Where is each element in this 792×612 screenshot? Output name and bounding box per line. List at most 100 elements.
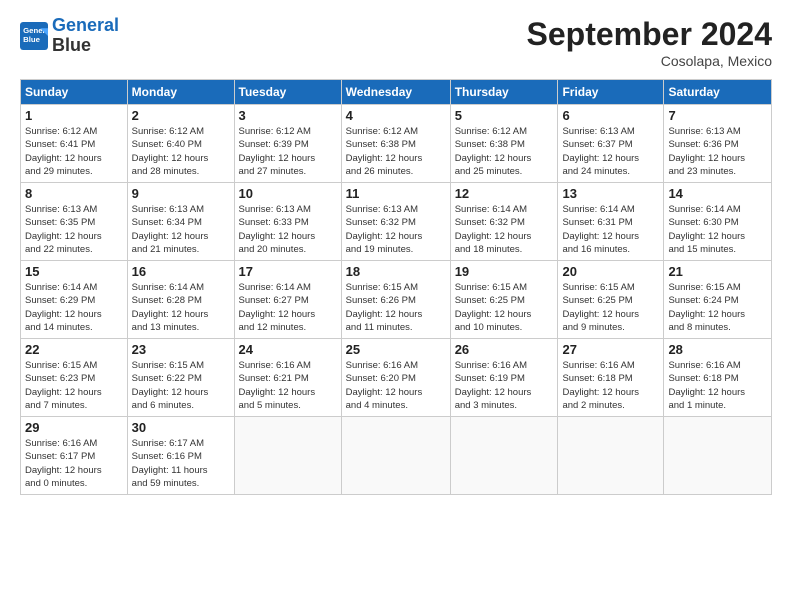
day-number: 7 — [668, 108, 767, 123]
day-info: Sunrise: 6:13 AM Sunset: 6:34 PM Dayligh… — [132, 203, 230, 256]
calendar-cell: 24Sunrise: 6:16 AM Sunset: 6:21 PM Dayli… — [234, 339, 341, 417]
weekday-header-thursday: Thursday — [450, 80, 558, 105]
calendar-cell: 25 Sunrise: 6:16 AM Sunset: 6:20 PM Dayli… — [341, 339, 450, 417]
calendar-cell: 16 Sunrise: 6:14 AM Sunset: 6:28 PM Dayli… — [127, 261, 234, 339]
day-number: 9 — [132, 186, 230, 201]
calendar-cell: 23 Sunrise: 6:15 AM Sunset: 6:22 PM Dayli… — [127, 339, 234, 417]
calendar-cell: 15 Sunrise: 6:14 AM Sunset: 6:29 PM Dayli… — [21, 261, 128, 339]
calendar-week-5: 29Sunrise: 6:16 AM Sunset: 6:17 PM Dayli… — [21, 417, 772, 495]
calendar-body: 1Sunrise: 6:12 AM Sunset: 6:41 PM Daylig… — [21, 105, 772, 495]
day-number: 18 — [346, 264, 446, 279]
day-number: 23 — [132, 342, 230, 357]
day-number: 13 — [562, 186, 659, 201]
day-info: Sunrise: 6:15 AM Sunset: 6:22 PM Dayligh… — [132, 359, 230, 412]
calendar-cell: 10 Sunrise: 6:13 AM Sunset: 6:33 PM Dayli… — [234, 183, 341, 261]
day-info: Sunrise: 6:14 AM Sunset: 6:29 PM Dayligh… — [25, 281, 123, 334]
calendar-cell: 26 Sunrise: 6:16 AM Sunset: 6:19 PM Dayli… — [450, 339, 558, 417]
day-number: 17 — [239, 264, 337, 279]
calendar-cell: 17 Sunrise: 6:14 AM Sunset: 6:27 PM Dayli… — [234, 261, 341, 339]
day-number: 20 — [562, 264, 659, 279]
calendar-cell — [341, 417, 450, 495]
day-number: 29 — [25, 420, 123, 435]
day-info: Sunrise: 6:15 AM Sunset: 6:24 PM Dayligh… — [668, 281, 767, 334]
day-info: Sunrise: 6:15 AM Sunset: 6:23 PM Dayligh… — [25, 359, 123, 412]
calendar-cell: 9 Sunrise: 6:13 AM Sunset: 6:34 PM Daylig… — [127, 183, 234, 261]
calendar-cell: 12 Sunrise: 6:14 AM Sunset: 6:32 PM Dayli… — [450, 183, 558, 261]
day-number: 12 — [455, 186, 554, 201]
day-number: 26 — [455, 342, 554, 357]
calendar-cell: 1Sunrise: 6:12 AM Sunset: 6:41 PM Daylig… — [21, 105, 128, 183]
day-info: Sunrise: 6:14 AM Sunset: 6:30 PM Dayligh… — [668, 203, 767, 256]
calendar-cell — [558, 417, 664, 495]
weekday-header-wednesday: Wednesday — [341, 80, 450, 105]
calendar-cell: 20 Sunrise: 6:15 AM Sunset: 6:25 PM Dayli… — [558, 261, 664, 339]
day-info: Sunrise: 6:13 AM Sunset: 6:35 PM Dayligh… — [25, 203, 123, 256]
calendar-cell — [664, 417, 772, 495]
calendar-week-1: 1Sunrise: 6:12 AM Sunset: 6:41 PM Daylig… — [21, 105, 772, 183]
weekday-header-sunday: Sunday — [21, 80, 128, 105]
weekday-header-tuesday: Tuesday — [234, 80, 341, 105]
day-number: 27 — [562, 342, 659, 357]
day-number: 22 — [25, 342, 123, 357]
calendar-cell: 11 Sunrise: 6:13 AM Sunset: 6:32 PM Dayli… — [341, 183, 450, 261]
calendar-cell: 28 Sunrise: 6:16 AM Sunset: 6:18 PM Dayli… — [664, 339, 772, 417]
day-number: 3 — [239, 108, 337, 123]
calendar-cell: 7 Sunrise: 6:13 AM Sunset: 6:36 PM Daylig… — [664, 105, 772, 183]
calendar-cell: 27Sunrise: 6:16 AM Sunset: 6:18 PM Dayli… — [558, 339, 664, 417]
day-info: Sunrise: 6:12 AM Sunset: 6:40 PM Dayligh… — [132, 125, 230, 178]
day-info: Sunrise: 6:16 AM Sunset: 6:20 PM Dayligh… — [346, 359, 446, 412]
day-number: 15 — [25, 264, 123, 279]
calendar-table: SundayMondayTuesdayWednesdayThursdayFrid… — [20, 79, 772, 495]
calendar-cell: 5Sunrise: 6:12 AM Sunset: 6:38 PM Daylig… — [450, 105, 558, 183]
day-number: 25 — [346, 342, 446, 357]
calendar-cell: 6Sunrise: 6:13 AM Sunset: 6:37 PM Daylig… — [558, 105, 664, 183]
day-info: Sunrise: 6:12 AM Sunset: 6:38 PM Dayligh… — [455, 125, 554, 178]
calendar-cell: 21 Sunrise: 6:15 AM Sunset: 6:24 PM Dayli… — [664, 261, 772, 339]
day-info: Sunrise: 6:16 AM Sunset: 6:18 PM Dayligh… — [668, 359, 767, 412]
weekday-header-friday: Friday — [558, 80, 664, 105]
header: General Blue GeneralBlue September 2024 … — [20, 16, 772, 69]
calendar-cell: 29Sunrise: 6:16 AM Sunset: 6:17 PM Dayli… — [21, 417, 128, 495]
day-info: Sunrise: 6:14 AM Sunset: 6:28 PM Dayligh… — [132, 281, 230, 334]
day-number: 11 — [346, 186, 446, 201]
day-number: 10 — [239, 186, 337, 201]
day-info: Sunrise: 6:13 AM Sunset: 6:36 PM Dayligh… — [668, 125, 767, 178]
logo-icon: General Blue — [20, 22, 48, 50]
weekday-header-row: SundayMondayTuesdayWednesdayThursdayFrid… — [21, 80, 772, 105]
calendar-cell: 14Sunrise: 6:14 AM Sunset: 6:30 PM Dayli… — [664, 183, 772, 261]
weekday-header-monday: Monday — [127, 80, 234, 105]
day-info: Sunrise: 6:13 AM Sunset: 6:37 PM Dayligh… — [562, 125, 659, 178]
month-title: September 2024 — [527, 16, 772, 53]
day-number: 30 — [132, 420, 230, 435]
day-number: 28 — [668, 342, 767, 357]
calendar-week-4: 22 Sunrise: 6:15 AM Sunset: 6:23 PM Dayli… — [21, 339, 772, 417]
day-info: Sunrise: 6:16 AM Sunset: 6:19 PM Dayligh… — [455, 359, 554, 412]
day-info: Sunrise: 6:13 AM Sunset: 6:33 PM Dayligh… — [239, 203, 337, 256]
day-info: Sunrise: 6:14 AM Sunset: 6:32 PM Dayligh… — [455, 203, 554, 256]
calendar-cell: 4 Sunrise: 6:12 AM Sunset: 6:38 PM Daylig… — [341, 105, 450, 183]
calendar-week-2: 8Sunrise: 6:13 AM Sunset: 6:35 PM Daylig… — [21, 183, 772, 261]
day-info: Sunrise: 6:13 AM Sunset: 6:32 PM Dayligh… — [346, 203, 446, 256]
day-number: 16 — [132, 264, 230, 279]
calendar-cell: 22 Sunrise: 6:15 AM Sunset: 6:23 PM Dayli… — [21, 339, 128, 417]
day-number: 1 — [25, 108, 123, 123]
calendar-cell: 19Sunrise: 6:15 AM Sunset: 6:25 PM Dayli… — [450, 261, 558, 339]
logo-text: GeneralBlue — [52, 16, 119, 56]
day-info: Sunrise: 6:15 AM Sunset: 6:25 PM Dayligh… — [562, 281, 659, 334]
calendar-week-3: 15 Sunrise: 6:14 AM Sunset: 6:29 PM Dayli… — [21, 261, 772, 339]
calendar-page: General Blue GeneralBlue September 2024 … — [0, 0, 792, 612]
location-subtitle: Cosolapa, Mexico — [527, 53, 772, 69]
day-number: 2 — [132, 108, 230, 123]
day-info: Sunrise: 6:12 AM Sunset: 6:39 PM Dayligh… — [239, 125, 337, 178]
day-info: Sunrise: 6:14 AM Sunset: 6:27 PM Dayligh… — [239, 281, 337, 334]
calendar-cell: 30Sunrise: 6:17 AM Sunset: 6:16 PM Dayli… — [127, 417, 234, 495]
day-info: Sunrise: 6:15 AM Sunset: 6:26 PM Dayligh… — [346, 281, 446, 334]
day-info: Sunrise: 6:12 AM Sunset: 6:38 PM Dayligh… — [346, 125, 446, 178]
calendar-cell: 3 Sunrise: 6:12 AM Sunset: 6:39 PM Daylig… — [234, 105, 341, 183]
logo: General Blue GeneralBlue — [20, 16, 119, 56]
day-info: Sunrise: 6:16 AM Sunset: 6:21 PM Dayligh… — [239, 359, 337, 412]
day-number: 4 — [346, 108, 446, 123]
calendar-cell — [234, 417, 341, 495]
day-number: 21 — [668, 264, 767, 279]
calendar-cell — [450, 417, 558, 495]
